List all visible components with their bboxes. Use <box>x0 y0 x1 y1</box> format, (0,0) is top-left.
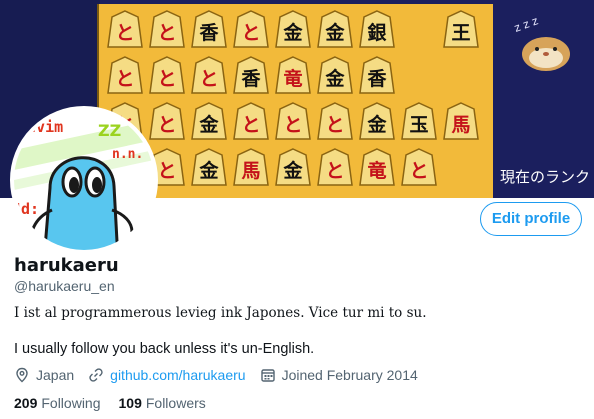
shogi-piece: と <box>317 148 353 186</box>
shogi-piece: と <box>149 102 185 140</box>
shogi-piece-label: 馬 <box>451 114 471 136</box>
shogi-piece: 竜 <box>275 56 311 94</box>
joined-item: Joined February 2014 <box>260 367 418 383</box>
shogi-piece: と <box>149 10 185 48</box>
shogi-piece: と <box>317 102 353 140</box>
shogi-piece: 金 <box>317 10 353 48</box>
shogi-piece: 竜 <box>359 148 395 186</box>
shogi-piece: と <box>149 56 185 94</box>
profile-name: harukaeru <box>14 255 119 276</box>
shogi-piece-label: 竜 <box>367 160 387 182</box>
shogi-piece-label: と <box>283 114 303 136</box>
svg-text:4d:: 4d: <box>14 200 39 218</box>
shogi-piece-label: 金 <box>199 160 219 182</box>
link-icon <box>89 368 103 382</box>
shogi-piece-label: 王 <box>451 22 471 44</box>
shogi-piece: 馬 <box>233 148 269 186</box>
following-label: Following <box>41 395 101 411</box>
shogi-piece: 馬 <box>443 102 479 140</box>
shogi-piece-label: と <box>157 68 177 90</box>
followers-count: 109 <box>118 395 142 411</box>
shogi-piece: と <box>107 10 143 48</box>
shogi-piece-label: 竜 <box>283 68 303 90</box>
shogi-piece-label: 金 <box>325 68 345 90</box>
shogi-piece-label: 玉 <box>409 114 429 136</box>
shogi-piece: 金 <box>275 148 311 186</box>
profile-handle: @harukaeru_en <box>14 278 115 294</box>
shogi-piece-label: 金 <box>283 22 303 44</box>
shogi-piece-label: と <box>241 114 261 136</box>
shogi-piece: 王 <box>443 10 479 48</box>
shogi-piece: 金 <box>359 102 395 140</box>
shogi-piece-label: 香 <box>199 22 219 44</box>
shogi-piece-label: と <box>199 68 219 90</box>
shogi-piece-label: と <box>157 22 177 44</box>
shogi-piece: と <box>401 148 437 186</box>
shogi-piece: と <box>233 10 269 48</box>
shogi-piece: 銀 <box>359 10 395 48</box>
location-item: Japan <box>14 367 74 383</box>
svg-text:n.n.: n.n. <box>112 147 143 162</box>
shogi-piece-label: 香 <box>367 68 387 90</box>
shogi-piece-label: 金 <box>283 160 303 182</box>
bio-line-2: I usually follow you back unless it's un… <box>14 341 315 357</box>
following-link[interactable]: 209 Following <box>14 395 101 411</box>
location-text: Japan <box>36 367 75 383</box>
shogi-piece-label: 金 <box>199 114 219 136</box>
avatar[interactable]: cwvim ZZ n.n. 4d: <box>10 106 158 254</box>
shogi-piece: と <box>107 56 143 94</box>
shogi-piece: 金 <box>317 56 353 94</box>
shogi-piece: と <box>233 102 269 140</box>
shogi-piece-label: 金 <box>367 114 387 136</box>
avatar-image: cwvim ZZ n.n. 4d: <box>14 110 154 250</box>
bio-line-1: I ist al programmerous levieg ink Japone… <box>14 305 427 321</box>
shogi-piece-label: と <box>325 160 345 182</box>
location-icon <box>16 367 28 383</box>
website-link[interactable]: github.com/harukaeru <box>110 367 245 383</box>
followers-link[interactable]: 109 Followers <box>119 395 206 411</box>
shogi-piece-label: と <box>325 114 345 136</box>
website-item[interactable]: github.com/harukaeru <box>88 367 246 383</box>
calendar-icon <box>260 369 275 382</box>
shogi-piece: と <box>275 102 311 140</box>
banner-rank-text: 現在のランク <box>500 168 591 186</box>
shogi-piece-label: 馬 <box>241 160 261 182</box>
followers-label: Followers <box>145 395 206 411</box>
edit-profile-button[interactable]: Edit profile <box>480 202 582 236</box>
shogi-piece: 香 <box>191 10 227 48</box>
following-count: 209 <box>14 395 38 411</box>
joined-text: Joined February 2014 <box>281 367 418 383</box>
shogi-piece: 香 <box>233 56 269 94</box>
shogi-piece-label: 銀 <box>367 22 387 44</box>
shogi-piece: 金 <box>275 10 311 48</box>
shogi-piece-label: と <box>241 22 261 44</box>
shogi-piece: 金 <box>191 148 227 186</box>
shogi-piece-label: と <box>115 22 135 44</box>
shogi-piece-label: 金 <box>325 22 345 44</box>
hamster-icon <box>522 37 570 71</box>
shogi-piece-label: と <box>157 114 177 136</box>
shogi-piece: 玉 <box>401 102 437 140</box>
follow-stats: 209 Following 109 Followers <box>14 395 224 411</box>
profile-meta: Japan github.com/harukaeru Joined Februa… <box>14 367 432 383</box>
shogi-piece-label: 香 <box>241 68 261 90</box>
shogi-piece: と <box>191 56 227 94</box>
svg-text:ZZ: ZZ <box>98 121 121 140</box>
shogi-piece: 香 <box>359 56 395 94</box>
shogi-piece: 金 <box>191 102 227 140</box>
shogi-piece-label: と <box>115 68 135 90</box>
shogi-piece-label: と <box>409 160 429 182</box>
